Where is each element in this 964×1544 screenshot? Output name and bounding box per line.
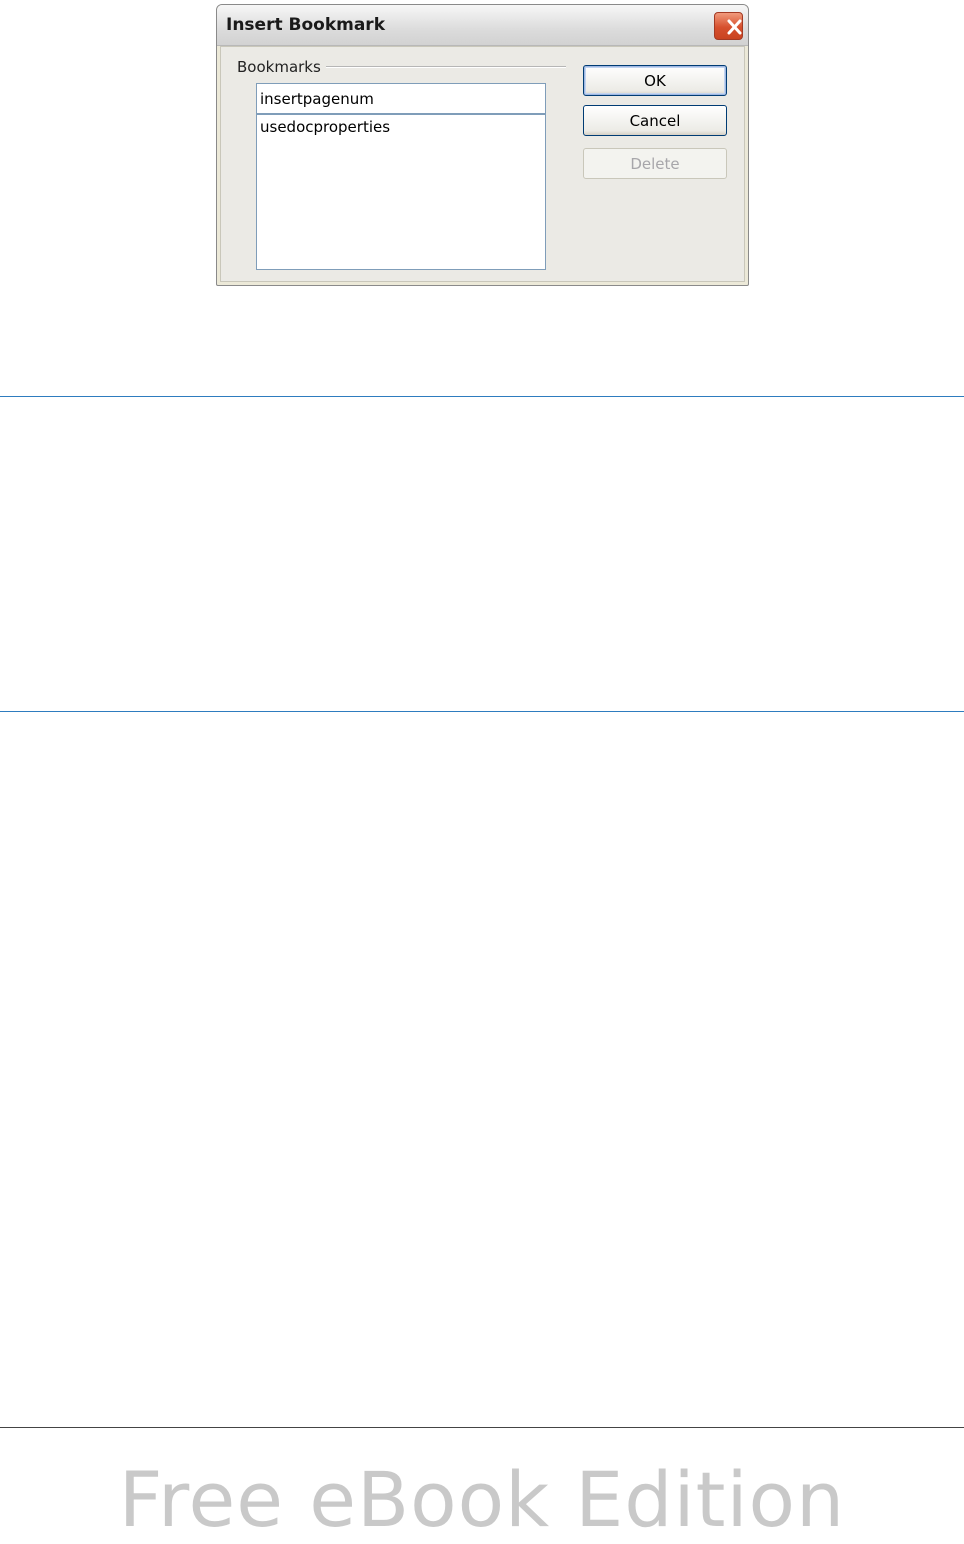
close-icon <box>727 19 742 35</box>
close-button[interactable] <box>714 12 743 40</box>
bookmarks-group-label: Bookmarks <box>237 58 321 76</box>
cancel-button[interactable]: Cancel <box>583 105 727 136</box>
bookmark-list-item[interactable]: usedocproperties <box>257 115 545 139</box>
bookmark-name-input[interactable] <box>256 83 546 114</box>
group-separator <box>326 66 566 68</box>
footer-rule <box>0 1427 964 1428</box>
footer-watermark: Free eBook Edition <box>118 1455 846 1544</box>
insert-bookmark-dialog: Insert Bookmark Bookmarks usedocproperti… <box>216 4 749 286</box>
bookmark-list[interactable]: usedocproperties <box>256 114 546 270</box>
dialog-titlebar[interactable]: Insert Bookmark <box>217 5 748 46</box>
dialog-client-area: Bookmarks usedocproperties OK Cancel Del… <box>220 46 745 282</box>
section-divider-top <box>0 396 964 397</box>
ok-button[interactable]: OK <box>583 65 727 96</box>
section-divider-bottom <box>0 711 964 712</box>
dialog-title: Insert Bookmark <box>226 15 386 35</box>
delete-button[interactable]: Delete <box>583 148 727 179</box>
